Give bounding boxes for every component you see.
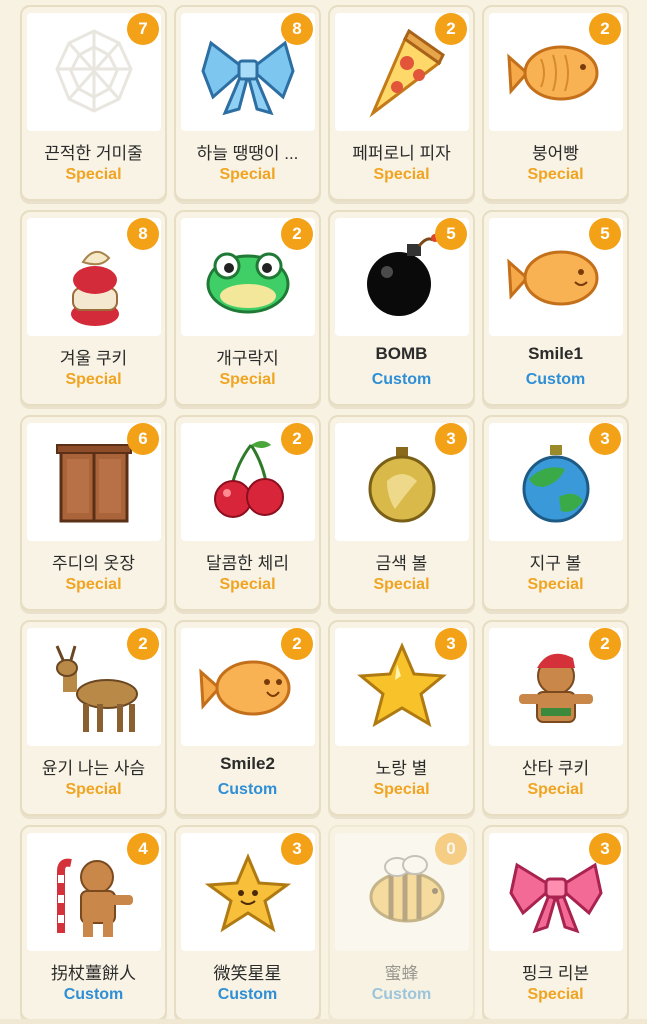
count-badge: 4 [127, 833, 159, 865]
sticker-name: 페퍼로니 피자 [352, 144, 451, 163]
sticker-name: Smile2 [220, 754, 275, 773]
count-badge: 0 [435, 833, 467, 865]
sticker-card[interactable]: 4 拐杖薑餅人 Custom [20, 825, 167, 1021]
sticker-card[interactable]: 5 BOMB Custom [328, 210, 475, 406]
sticker-name: 달콤한 체리 [206, 554, 289, 573]
sticker-category: Special [527, 576, 584, 593]
sticker-name: 개구락지 [216, 349, 279, 368]
sticker-name: 拐杖薑餅人 [51, 964, 136, 983]
count-badge: 6 [127, 423, 159, 455]
sticker-category: Custom [371, 371, 432, 388]
count-badge: 2 [435, 13, 467, 45]
sticker-name: 붕어빵 [532, 144, 579, 163]
sticker-category: Custom [217, 781, 278, 798]
sticker-card[interactable]: 3 핑크 리본 Special [482, 825, 629, 1021]
sticker-category: Special [527, 781, 584, 798]
sticker-card[interactable]: 2 페퍼로니 피자 Special [328, 5, 475, 201]
sticker-card[interactable]: 2 윤기 나는 사슴 Special [20, 620, 167, 816]
sticker-category: Special [373, 166, 430, 183]
sticker-category: Special [219, 371, 276, 388]
sticker-category: Special [65, 576, 122, 593]
sticker-card[interactable]: 8 하늘 땡땡이 ... Special [174, 5, 321, 201]
sticker-category: Special [65, 166, 122, 183]
count-badge: 7 [127, 13, 159, 45]
sticker-card[interactable]: 2 산타 쿠키 Special [482, 620, 629, 816]
sticker-card[interactable]: 6 주디의 옷장 Special [20, 415, 167, 611]
sticker-category: Special [373, 576, 430, 593]
sticker-name: 노랑 별 [375, 759, 428, 778]
sticker-category: Special [527, 986, 584, 1003]
sticker-name: 윤기 나는 사슴 [41, 759, 146, 778]
sticker-card[interactable]: 3 노랑 별 Special [328, 620, 475, 816]
count-badge: 5 [589, 218, 621, 250]
count-badge: 3 [589, 423, 621, 455]
sticker-card[interactable]: 8 겨울 쿠키 Special [20, 210, 167, 406]
count-badge: 8 [127, 218, 159, 250]
count-badge: 5 [435, 218, 467, 250]
sticker-category: Special [373, 781, 430, 798]
sticker-name: 하늘 땡땡이 ... [196, 144, 299, 163]
count-badge: 3 [281, 833, 313, 865]
sticker-category: Custom [63, 986, 124, 1003]
sticker-name: 핑크 리본 [521, 964, 590, 983]
sticker-card[interactable]: 5 Smile1 Custom [482, 210, 629, 406]
sticker-card[interactable]: 3 지구 볼 Special [482, 415, 629, 611]
sticker-grid: 7 끈적한 거미줄 Special 8 하늘 땡땡이 ... Special 2… [0, 0, 647, 1024]
count-badge: 2 [127, 628, 159, 660]
sticker-card[interactable]: 0 蜜蜂 Custom [328, 825, 475, 1021]
sticker-name: 주디의 옷장 [52, 554, 135, 573]
sticker-name: 지구 볼 [529, 554, 582, 573]
sticker-category: Special [65, 371, 122, 388]
sticker-name: 蜜蜂 [384, 964, 419, 983]
count-badge: 2 [589, 13, 621, 45]
sticker-category: Custom [525, 371, 586, 388]
sticker-category: Special [527, 166, 584, 183]
sticker-name: 금색 볼 [375, 554, 428, 573]
sticker-card[interactable]: 3 微笑星星 Custom [174, 825, 321, 1021]
sticker-category: Special [219, 576, 276, 593]
sticker-name: 微笑星星 [213, 964, 282, 983]
sticker-card[interactable]: 2 Smile2 Custom [174, 620, 321, 816]
count-badge: 2 [281, 218, 313, 250]
sticker-name: BOMB [375, 344, 428, 363]
sticker-card[interactable]: 2 달콤한 체리 Special [174, 415, 321, 611]
sticker-category: Special [65, 781, 122, 798]
sticker-name: 끈적한 거미줄 [44, 144, 143, 163]
sticker-name: 산타 쿠키 [521, 759, 590, 778]
count-badge: 3 [589, 833, 621, 865]
count-badge: 2 [281, 628, 313, 660]
sticker-card[interactable]: 2 개구락지 Special [174, 210, 321, 406]
count-badge: 8 [281, 13, 313, 45]
sticker-name: Smile1 [528, 344, 583, 363]
sticker-card[interactable]: 3 금색 볼 Special [328, 415, 475, 611]
sticker-category: Special [219, 166, 276, 183]
count-badge: 2 [281, 423, 313, 455]
sticker-card[interactable]: 7 끈적한 거미줄 Special [20, 5, 167, 201]
sticker-category: Custom [217, 986, 278, 1003]
count-badge: 3 [435, 628, 467, 660]
sticker-category: Custom [371, 986, 432, 1003]
count-badge: 2 [589, 628, 621, 660]
bottom-divider [0, 1019, 647, 1024]
sticker-name: 겨울 쿠키 [59, 349, 128, 368]
count-badge: 3 [435, 423, 467, 455]
sticker-card[interactable]: 2 붕어빵 Special [482, 5, 629, 201]
